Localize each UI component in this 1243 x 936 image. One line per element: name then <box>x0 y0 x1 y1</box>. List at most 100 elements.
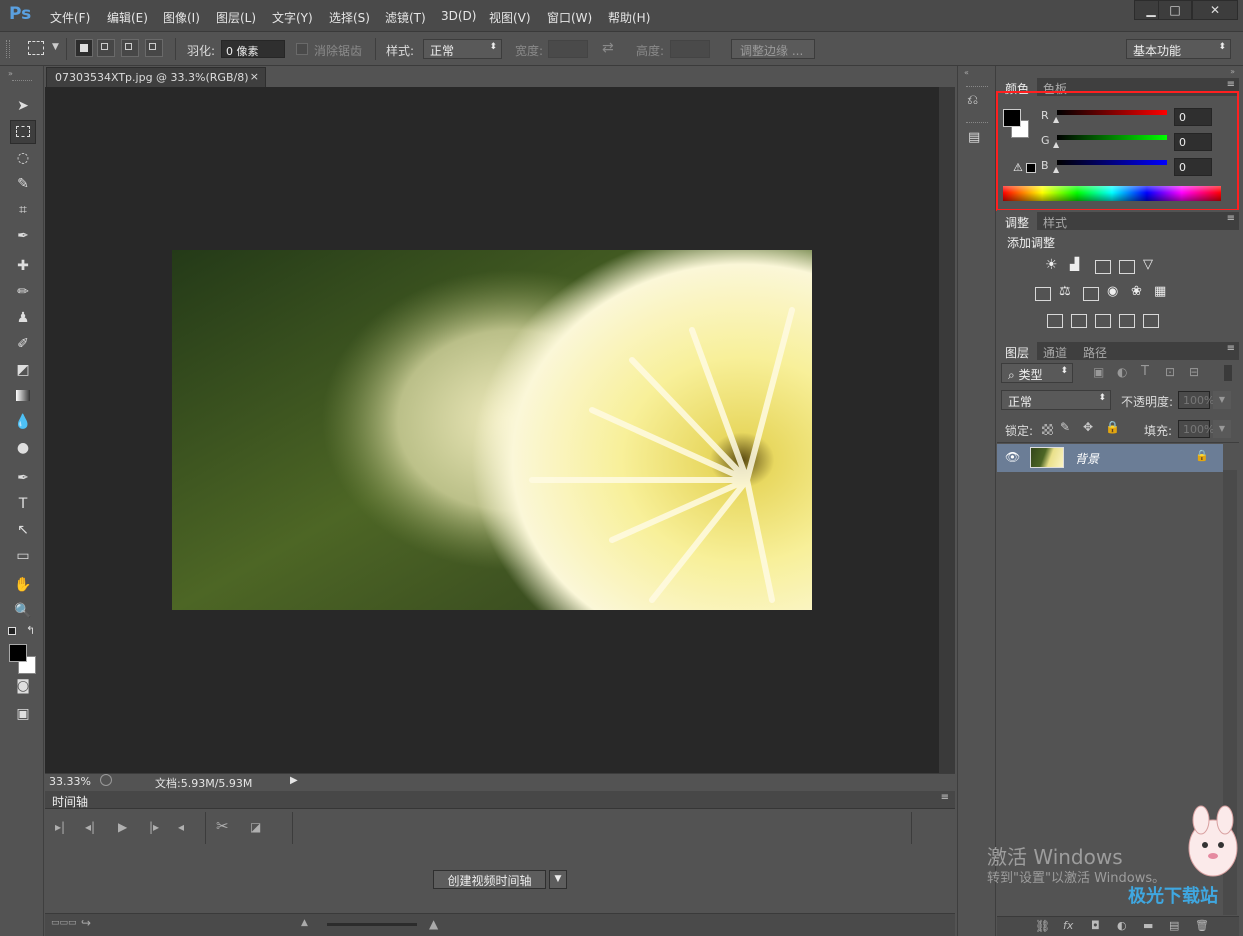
blend-mode-select[interactable]: 正常 ⬍ <box>1001 390 1111 410</box>
crop-icon[interactable]: ⌗ <box>10 198 36 222</box>
menu-window[interactable]: 窗口(W) <box>547 9 592 26</box>
pen-icon[interactable]: ✒ <box>10 466 36 490</box>
new-selection-button[interactable] <box>75 39 93 57</box>
selective-color-icon[interactable] <box>1119 314 1135 328</box>
layer-filter-select[interactable]: ⌕ 类型 ⬍ <box>1001 363 1073 383</box>
curves-icon[interactable] <box>1095 260 1111 274</box>
opacity-dropdown[interactable]: ▼ <box>1213 391 1231 409</box>
posterize-icon[interactable] <box>1071 314 1087 328</box>
healing-brush-icon[interactable]: ✚ <box>10 254 36 278</box>
grip-handle[interactable] <box>12 80 32 83</box>
foreground-color-swatch[interactable] <box>9 644 27 662</box>
link-layers-icon[interactable]: ⛓ <box>1035 919 1050 933</box>
photo-filter-icon[interactable]: ◉ <box>1107 284 1118 299</box>
tab-paths[interactable]: 路径 <box>1075 342 1115 360</box>
history-panel-icon[interactable]: ⎌ <box>967 92 978 108</box>
rectangular-marquee-icon[interactable] <box>10 120 36 144</box>
color-lookup-icon[interactable]: ▦ <box>1154 284 1166 299</box>
screen-mode-icon[interactable]: ▣ <box>10 702 36 726</box>
layer-style-icon[interactable]: fx <box>1063 919 1073 932</box>
play-icon[interactable]: ▶ <box>118 820 127 834</box>
visibility-eye-icon[interactable]: 👁 <box>1005 450 1020 464</box>
tab-adjustments[interactable]: 调整 <box>997 212 1038 230</box>
clone-stamp-icon[interactable]: ♟ <box>10 306 36 330</box>
black-white-icon[interactable] <box>1083 287 1099 301</box>
document-image[interactable] <box>172 250 812 610</box>
invert-icon[interactable] <box>1047 314 1063 328</box>
new-layer-icon[interactable]: ▤ <box>1169 919 1179 932</box>
frames-icon[interactable]: ▭▭▭ <box>51 918 77 928</box>
lock-pixels-icon[interactable]: ✎ <box>1060 420 1070 434</box>
style-select[interactable]: 正常 ⬍ <box>423 39 502 59</box>
timeline-dropdown-button[interactable]: ▼ <box>549 870 567 889</box>
lock-all-icon[interactable]: 🔒 <box>1105 420 1120 434</box>
filter-type-icon[interactable]: T <box>1141 364 1149 379</box>
new-adjustment-icon[interactable]: ◐ <box>1117 919 1127 932</box>
lasso-icon[interactable]: ◌ <box>10 146 36 170</box>
channel-mixer-icon[interactable]: ❀ <box>1131 284 1142 299</box>
chevron-down-icon[interactable]: ▼ <box>52 42 59 52</box>
rectangle-shape-icon[interactable]: ▭ <box>10 544 36 568</box>
layer-thumbnail[interactable] <box>1030 447 1064 468</box>
fill-dropdown[interactable]: ▼ <box>1213 420 1231 438</box>
brightness-icon[interactable]: ☀ <box>1045 257 1058 273</box>
swap-icon[interactable]: ⇄ <box>602 40 614 56</box>
path-selection-icon[interactable]: ↖ <box>10 518 36 542</box>
feather-input[interactable]: 0 像素 <box>221 40 285 58</box>
status-menu-icon[interactable] <box>100 774 112 786</box>
menu-3d[interactable]: 3D(D) <box>441 9 476 23</box>
intersect-selection-button[interactable] <box>145 39 163 57</box>
hand-icon[interactable]: ✋ <box>10 573 36 597</box>
swap-colors-icon[interactable]: ↰ <box>26 624 35 637</box>
width-input[interactable] <box>548 40 588 58</box>
collapse-icon[interactable]: » <box>1230 67 1235 76</box>
refine-edge-button[interactable]: 调整边缘 ... <box>731 39 815 59</box>
antialias-checkbox[interactable] <box>296 43 308 55</box>
status-arrow-icon[interactable]: ▶ <box>290 775 298 786</box>
zoom-in-icon[interactable]: ▲ <box>429 917 438 931</box>
subtract-selection-button[interactable] <box>121 39 139 57</box>
exposure-icon[interactable] <box>1119 260 1135 274</box>
properties-panel-icon[interactable]: ▤ <box>968 130 980 145</box>
timeline-title[interactable]: 时间轴 <box>52 793 88 810</box>
audio-icon[interactable]: ◂ <box>178 820 184 834</box>
tab-layers[interactable]: 图层 <box>997 342 1038 360</box>
filter-shape-icon[interactable]: ⊡ <box>1165 365 1175 379</box>
next-frame-icon[interactable]: |▸ <box>149 820 159 834</box>
lock-position-icon[interactable]: ✥ <box>1083 420 1093 434</box>
move-tool-icon[interactable]: ➤ <box>10 94 36 118</box>
new-group-icon[interactable]: ▬ <box>1143 919 1153 932</box>
vibrance-icon[interactable]: ▽ <box>1143 257 1153 272</box>
panel-menu-icon[interactable]: ≡ <box>941 792 949 803</box>
workspace-select[interactable]: 基本功能 ⬍ <box>1126 39 1231 59</box>
height-input[interactable] <box>670 40 710 58</box>
color-balance-icon[interactable]: ⚖ <box>1059 284 1071 299</box>
menu-file[interactable]: 文件(F) <box>50 9 90 26</box>
zoom-out-icon[interactable]: ▲ <box>301 918 308 928</box>
menu-image[interactable]: 图像(I) <box>163 9 200 26</box>
layer-row-background[interactable]: 👁 背景 🔒 <box>997 444 1223 472</box>
panel-menu-icon[interactable]: ≡ <box>1227 79 1235 90</box>
marquee-tool-preset-icon[interactable] <box>28 41 44 55</box>
hue-saturation-icon[interactable] <box>1035 287 1051 301</box>
type-tool-icon[interactable]: T <box>10 492 36 516</box>
eraser-icon[interactable]: ◩ <box>10 358 36 382</box>
menu-help[interactable]: 帮助(H) <box>608 9 650 26</box>
close-tab-icon[interactable]: × <box>250 70 259 83</box>
panel-menu-icon[interactable]: ≡ <box>1227 213 1235 224</box>
filter-toggle[interactable] <box>1224 365 1232 381</box>
zoom-slider[interactable] <box>327 923 417 926</box>
eyedropper-icon[interactable]: ✒ <box>10 224 36 248</box>
lock-transparency-icon[interactable] <box>1042 424 1053 435</box>
grip-handle[interactable] <box>966 86 988 89</box>
history-brush-icon[interactable]: ✐ <box>10 332 36 356</box>
opacity-input[interactable]: 100% <box>1178 391 1214 409</box>
quick-selection-icon[interactable]: ✎ <box>10 172 36 196</box>
quick-mask-icon[interactable]: ◙ <box>10 674 36 698</box>
add-mask-icon[interactable]: ◘ <box>1091 919 1100 932</box>
menu-edit[interactable]: 编辑(E) <box>107 9 148 26</box>
zoom-icon[interactable]: 🔍 <box>10 599 36 623</box>
prev-frame-icon[interactable]: ◂| <box>85 820 95 834</box>
collapse-icon[interactable]: « <box>964 68 969 77</box>
tab-styles[interactable]: 样式 <box>1035 212 1075 230</box>
